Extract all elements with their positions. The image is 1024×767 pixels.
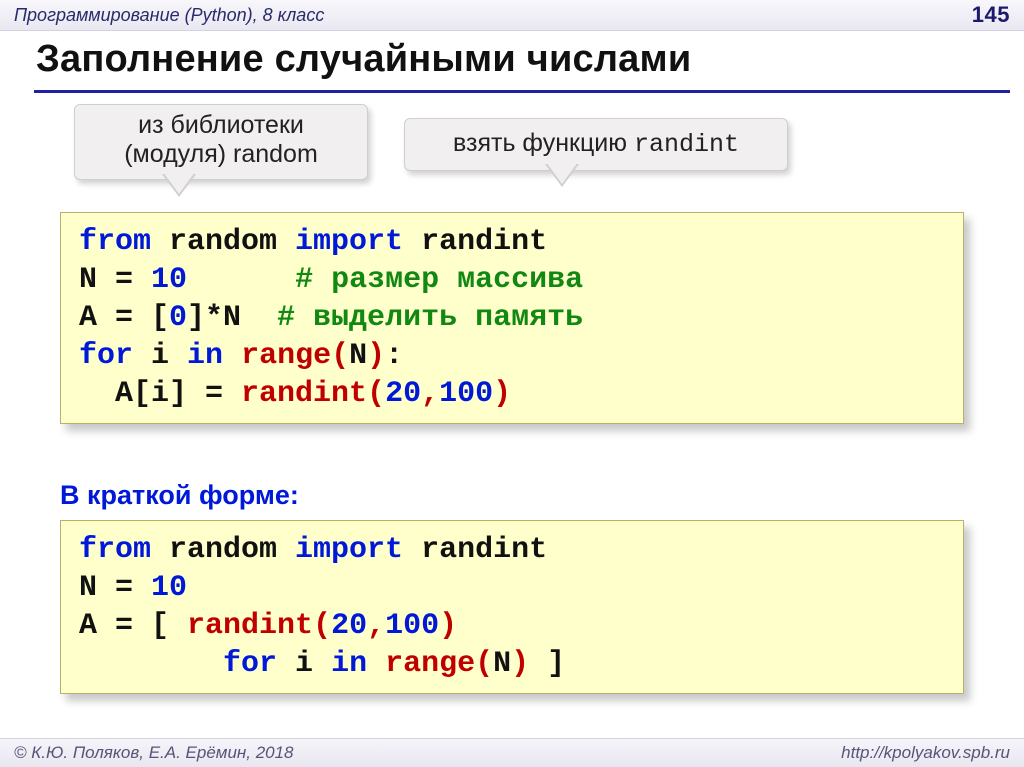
tok	[79, 647, 223, 681]
slide: Программирование (Python), 8 класс 145 З…	[0, 0, 1024, 767]
code-block-short: from random import randint N = 10 A = [ …	[60, 520, 964, 694]
callout-function: взять функцию randint	[404, 118, 788, 171]
num: 0	[169, 301, 187, 335]
source-url: http://kpolyakov.spb.ru	[841, 743, 1010, 763]
fn: range(	[385, 647, 493, 681]
callout-text: взять функцию	[453, 129, 634, 157]
code-block-full: from random import randint N = 10 # разм…	[60, 212, 964, 424]
short-form-label: В краткой форме:	[60, 480, 299, 511]
tok	[367, 647, 385, 681]
kw: from	[79, 533, 151, 567]
slide-header: Программирование (Python), 8 класс 145	[0, 0, 1024, 31]
tok	[223, 339, 241, 373]
tok: N =	[79, 571, 151, 605]
fn: range(	[241, 339, 349, 373]
num: 20	[331, 609, 367, 643]
kw: import	[295, 225, 403, 259]
callout-line: (модуля) random	[97, 140, 345, 169]
tok: random	[151, 533, 295, 567]
slide-title: Заполнение случайными числами	[36, 38, 691, 81]
callout-library: из библиотеки (модуля) random	[74, 104, 368, 180]
num: 20	[385, 377, 421, 411]
callout-tail	[546, 162, 578, 184]
fn: randint(	[241, 377, 385, 411]
fn: )	[439, 609, 457, 643]
page-number: 145	[972, 2, 1010, 28]
tok: ]*N	[187, 301, 277, 335]
tok	[187, 263, 295, 297]
tok: i	[133, 339, 187, 373]
tok: randint	[403, 225, 547, 259]
fn: ,	[367, 609, 385, 643]
kw: for	[79, 339, 133, 373]
tok: A = [	[79, 301, 169, 335]
tok: randint	[403, 533, 547, 567]
tok: random	[151, 225, 295, 259]
fn: randint(	[187, 609, 331, 643]
fn: )	[367, 339, 385, 373]
num: 100	[439, 377, 493, 411]
kw: in	[187, 339, 223, 373]
num: 100	[385, 609, 439, 643]
kw: import	[295, 533, 403, 567]
comment: # размер массива	[295, 263, 583, 297]
tok: :	[385, 339, 403, 373]
callout-mono: randint	[634, 130, 739, 159]
fn: ,	[421, 377, 439, 411]
fn: )	[493, 377, 511, 411]
kw: from	[79, 225, 151, 259]
callout-tail	[163, 172, 195, 194]
comment: # выделить память	[277, 301, 583, 335]
num: 10	[151, 571, 187, 605]
slide-footer: © К.Ю. Поляков, Е.А. Ерёмин, 2018 http:/…	[0, 738, 1024, 767]
kw: in	[331, 647, 367, 681]
tok: N	[493, 647, 511, 681]
tok: N	[349, 339, 367, 373]
kw: for	[223, 647, 277, 681]
title-underline	[34, 90, 1010, 93]
tok: i	[277, 647, 331, 681]
tok: N =	[79, 263, 151, 297]
tok: A = [	[79, 609, 187, 643]
tok: ]	[529, 647, 565, 681]
num: 10	[151, 263, 187, 297]
tok: A[i] =	[79, 377, 241, 411]
callout-line: из библиотеки	[97, 111, 345, 140]
copyright: © К.Ю. Поляков, Е.А. Ерёмин, 2018	[14, 743, 294, 763]
fn: )	[511, 647, 529, 681]
course-title: Программирование (Python), 8 класс	[14, 5, 324, 26]
